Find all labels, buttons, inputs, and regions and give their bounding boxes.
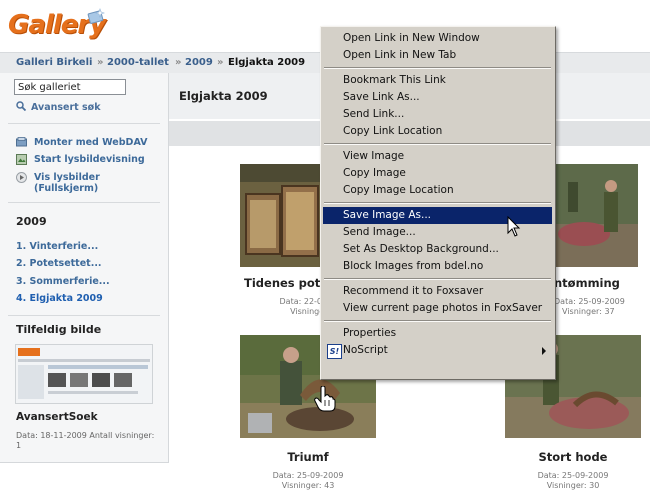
webdav-icon <box>16 137 27 147</box>
breadcrumb-separator: » <box>175 57 182 68</box>
menu-item-properties[interactable]: Properties <box>323 325 552 342</box>
search-input[interactable]: Søk galleriet <box>14 79 126 95</box>
menu-item-open-link-in-new-tab[interactable]: Open Link in New Tab <box>323 47 552 64</box>
album-link-3[interactable]: 3. Sommerferie... <box>16 276 110 287</box>
photo-caption-2[interactable]: ntømming <box>554 276 638 290</box>
menu-item-recommend-it-to-foxsaver[interactable]: Recommend it to Foxsaver <box>323 283 552 300</box>
photo-date-4: Data: 25-09-2009 <box>537 471 609 480</box>
sidebar-divider <box>8 123 160 124</box>
menu-item-label: Copy Image Location <box>343 184 454 196</box>
photo-date-1: Data: 22-09- <box>279 297 330 306</box>
play-icon <box>16 172 27 183</box>
hand-cursor-icon <box>314 386 336 412</box>
menu-item-copy-image[interactable]: Copy Image <box>323 165 552 182</box>
menu-item-send-link[interactable]: Send Link... <box>323 106 552 123</box>
menu-item-open-link-in-new-window[interactable]: Open Link in New Window <box>323 30 552 47</box>
album-link-2[interactable]: 2. Potetsettet... <box>16 258 102 269</box>
menu-item-label: Set As Desktop Background... <box>343 243 499 255</box>
slideshow-icon <box>16 154 27 165</box>
noscript-icon: S! <box>327 344 342 359</box>
menu-item-label: NoScript <box>343 344 388 356</box>
breadcrumb-separator: » <box>97 57 104 68</box>
menu-item-label: Block Images from bdel.no <box>343 260 484 272</box>
album-title: Elgjakta 2009 <box>179 89 268 103</box>
submenu-arrow-icon <box>542 347 546 355</box>
menu-item-label: Save Image As... <box>343 209 431 221</box>
photo-date-2: Data: 25-09-2009 <box>554 297 625 306</box>
advanced-search-label: Avansert søk <box>31 102 101 113</box>
photo-caption-3[interactable]: Triumf <box>228 450 388 464</box>
menu-item-bookmark-this-link[interactable]: Bookmark This Link <box>323 72 552 89</box>
photo-thumbnail-2[interactable] <box>554 164 638 267</box>
menu-item-label: Copy Link Location <box>343 125 443 137</box>
photo-views-4: Visninger: 30 <box>546 481 600 490</box>
photo-potato-crates <box>240 164 322 267</box>
year-heading: 2009 <box>16 215 47 228</box>
random-image-meta: Data: 18-11-2009 Antall visninger: 1 <box>16 431 155 450</box>
menu-item-label: Open Link in New Window <box>343 32 480 44</box>
context-menu: Open Link in New Window Open Link in New … <box>320 26 556 380</box>
magnifier-icon <box>16 101 26 111</box>
sidebar: Søk galleriet Avansert søk Monter med We… <box>0 73 169 463</box>
menu-item-label: Bookmark This Link <box>343 74 446 86</box>
menu-item-label: Recommend it to Foxsaver <box>343 285 484 297</box>
webdav-label: Monter med WebDAV <box>34 137 148 148</box>
fullscreen-slideshow-label: Vis lysbilder (Fullskjerm) <box>34 172 100 194</box>
slideshow-label: Start lysbildevisning <box>34 154 145 165</box>
photo-views-1: Visninger: <box>290 307 330 316</box>
menu-item-set-as-desktop-background[interactable]: Set As Desktop Background... <box>323 241 552 258</box>
sidebar-divider <box>8 315 160 316</box>
album-link-1[interactable]: 1. Vinterferie... <box>16 241 98 252</box>
menu-item-label: Send Link... <box>343 108 405 120</box>
photo-thumbnail-1[interactable] <box>240 164 322 267</box>
photo-views-3: Visninger: 43 <box>281 481 335 490</box>
breadcrumb-item[interactable]: Galleri Birkeli <box>16 53 92 73</box>
album-link-current[interactable]: 4. Elgjakta 2009 <box>16 293 103 304</box>
menu-separator <box>324 278 551 280</box>
sidebar-divider <box>8 202 160 203</box>
breadcrumb-separator: » <box>217 57 224 68</box>
menu-item-label: Save Link As... <box>343 91 420 103</box>
menu-separator <box>324 67 551 69</box>
gallery-logo[interactable]: Gallery <box>8 6 108 48</box>
breadcrumb-item[interactable]: 2000-tallet <box>107 53 169 73</box>
breadcrumb-item[interactable]: 2009 <box>185 53 213 73</box>
photo-views-2: Visninger: 37 <box>562 307 615 316</box>
advanced-search-link[interactable]: Avansert søk <box>16 101 101 113</box>
random-image-heading: Tilfeldig bilde <box>16 323 102 336</box>
menu-separator <box>324 202 551 204</box>
menu-separator <box>324 320 551 322</box>
menu-item-label: Send Image... <box>343 226 416 238</box>
menu-item-label: Copy Image <box>343 167 406 179</box>
random-image-thumbnail[interactable] <box>15 344 153 404</box>
logo-sparkle-icon <box>87 8 105 24</box>
menu-item-view-current-page-photos-in-foxsaver[interactable]: View current page photos in FoxSaver <box>323 300 552 317</box>
menu-item-label: Open Link in New Tab <box>343 49 457 61</box>
breadcrumb-current: Elgjakta 2009 <box>228 57 306 68</box>
menu-item-copy-image-location[interactable]: Copy Image Location <box>323 182 552 199</box>
photo-date-3: Data: 25-09-2009 <box>272 471 344 480</box>
arrow-cursor-icon <box>507 216 521 237</box>
random-image-picture <box>16 345 152 403</box>
photo-moose-gutting <box>554 164 638 267</box>
menu-separator <box>324 143 551 145</box>
menu-item-copy-link-location[interactable]: Copy Link Location <box>323 123 552 140</box>
menu-item-label: View Image <box>343 150 405 162</box>
menu-item-label: View current page photos in FoxSaver <box>343 302 543 314</box>
menu-item-save-link-as[interactable]: Save Link As... <box>323 89 552 106</box>
menu-item-view-image[interactable]: View Image <box>323 148 552 165</box>
menu-item-noscript[interactable]: S! NoScript <box>323 342 552 359</box>
menu-item-label: Properties <box>343 327 397 339</box>
random-image-title[interactable]: AvansertSoek <box>16 411 98 423</box>
photo-caption-4[interactable]: Stort hode <box>493 450 650 464</box>
menu-item-block-images-from-bdel-no[interactable]: Block Images from bdel.no <box>323 258 552 275</box>
